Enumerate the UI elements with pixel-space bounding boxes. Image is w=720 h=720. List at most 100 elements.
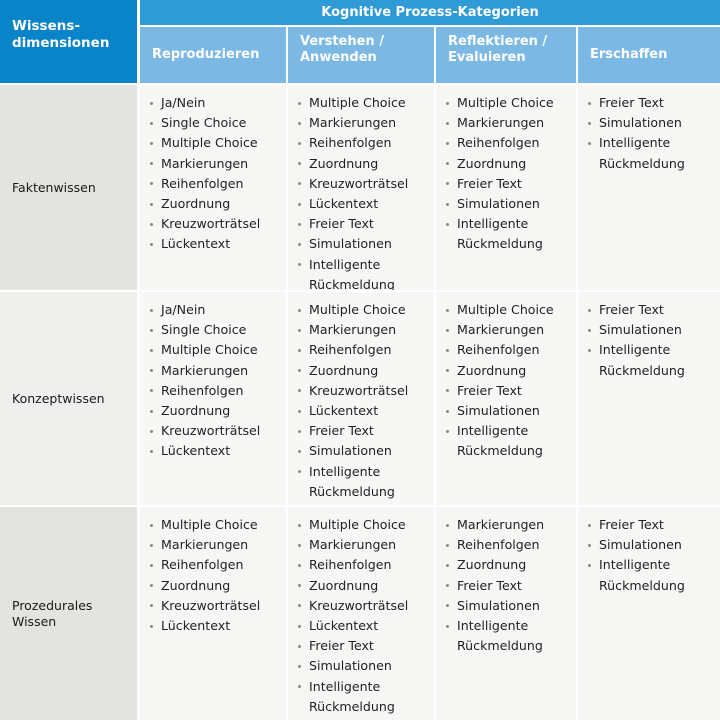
method-list-item: Freier Text (588, 93, 714, 113)
method-list-item: Simulationen (446, 401, 570, 421)
table-cell-prozedurales-wissen-verstehen-anwenden: Multiple Choice Markierungen Reihenfolgen Z… (288, 507, 436, 720)
method-list-item: Reihenfolgen (298, 555, 428, 575)
method-list-item: Freier Text (298, 214, 428, 234)
method-list-item: Markierungen (446, 320, 570, 340)
column-header-erschaffen: Erschaffen (578, 27, 720, 85)
row-header-faktenwissen: Faktenwissen (0, 85, 140, 292)
method-list-item: Freier Text (298, 421, 428, 441)
method-list-item: Single Choice (150, 320, 280, 340)
method-list-item: Simulationen (446, 194, 570, 214)
method-list-item: Zuordnung (446, 361, 570, 381)
column-header-reproduzieren: Reproduzieren (140, 27, 288, 85)
method-list-item: Intelligente Rückmeldung (446, 214, 570, 254)
method-list-item: Simulationen (298, 441, 428, 461)
method-list-item: Reihenfolgen (446, 133, 570, 153)
table-cell-konzeptwissen-reflektieren-evaluieren: Multiple Choice Markierungen Reihenfolgen Z… (436, 292, 578, 507)
method-list-item: Zuordnung (298, 576, 428, 596)
corner-header-line-1: Wissens- (12, 18, 80, 34)
method-list-item: Intelligente Rückmeldung (298, 462, 428, 502)
method-list-item: Multiple Choice (298, 93, 428, 113)
method-list: Markierungen Reihenfolgen Zuordnung Freier … (446, 515, 570, 656)
method-list-item: Reihenfolgen (150, 174, 280, 194)
method-list: Multiple Choice Markierungen Reihenfolgen Z… (298, 515, 428, 717)
method-list-item: Simulationen (588, 320, 714, 340)
method-list-item: Single Choice (150, 113, 280, 133)
method-list-item: Multiple Choice (298, 515, 428, 535)
method-list-item: Zuordnung (150, 576, 280, 596)
method-list-item: Simulationen (588, 113, 714, 133)
method-list-item: Simulationen (446, 596, 570, 616)
method-list-item: Markierungen (446, 113, 570, 133)
method-list-item: Multiple Choice (446, 93, 570, 113)
method-list-item: Markierungen (150, 361, 280, 381)
method-list: Multiple Choice Markierungen Reihenfolgen Z… (446, 93, 570, 255)
method-list-item: Freier Text (588, 515, 714, 535)
method-list-item: Zuordnung (446, 154, 570, 174)
method-list-item: Intelligente Rückmeldung (298, 255, 428, 290)
method-list-item: Markierungen (150, 154, 280, 174)
method-list-item: Simulationen (298, 234, 428, 254)
method-list-item: Markierungen (150, 535, 280, 555)
method-list-item: Reihenfolgen (298, 340, 428, 360)
method-list: Multiple Choice Markierungen Reihenfolgen Z… (446, 300, 570, 462)
row-header-faktenwissen-line-1: Faktenwissen (12, 179, 96, 195)
method-list-item: Freier Text (446, 174, 570, 194)
method-list-item: Freier Text (298, 636, 428, 656)
row-header-konzeptwissen: Konzeptwissen (0, 292, 140, 507)
method-list-item: Intelligente Rückmeldung (588, 340, 714, 380)
method-list-item: Lückentext (298, 401, 428, 421)
table-cell-konzeptwissen-reproduzieren: Ja/Nein Single Choice Multiple Choice Marki… (140, 292, 288, 507)
method-list-item: Lückentext (298, 194, 428, 214)
competency-matrix-table: Wissens- dimensionen Kognitive Prozess-K… (0, 0, 720, 720)
table-cell-faktenwissen-erschaffen: Freier Text Simulationen Intelligente Rück… (578, 85, 720, 292)
method-list-item: Multiple Choice (150, 340, 280, 360)
method-list: Multiple Choice Markierungen Reihenfolgen Z… (150, 515, 280, 636)
method-list-item: Multiple Choice (150, 515, 280, 535)
corner-header-line-2: dimensionen (12, 35, 110, 51)
table-cell-faktenwissen-reflektieren-evaluieren: Multiple Choice Markierungen Reihenfolgen Z… (436, 85, 578, 292)
column-header-verstehen-anwenden-line-1: Verstehen / (300, 34, 384, 49)
table-cell-prozedurales-wissen-erschaffen: Freier Text Simulationen Intelligente Rück… (578, 507, 720, 720)
method-list-item: Multiple Choice (298, 300, 428, 320)
method-list-item: Reihenfolgen (150, 555, 280, 575)
method-list: Multiple Choice Markierungen Reihenfolgen Z… (298, 93, 428, 290)
method-list-item: Zuordnung (298, 154, 428, 174)
method-list-item: Intelligente Rückmeldung (446, 421, 570, 461)
method-list-item: Simulationen (298, 656, 428, 676)
column-header-verstehen-anwenden-line-2: Anwenden (300, 50, 377, 65)
column-header-reproduzieren-line-1: Reproduzieren (152, 47, 260, 62)
column-header-reflektieren-evaluieren-line-2: Evaluieren (448, 50, 526, 65)
method-list: Multiple Choice Markierungen Reihenfolgen Z… (298, 300, 428, 502)
method-list: Ja/Nein Single Choice Multiple Choice Marki… (150, 300, 280, 462)
method-list-item: Freier Text (446, 381, 570, 401)
row-header-konzeptwissen-line-1: Konzeptwissen (12, 390, 105, 406)
method-list: Freier Text Simulationen Intelligente Rück… (588, 300, 714, 381)
method-list-item: Kreuzworträtsel (150, 421, 280, 441)
table-cell-konzeptwissen-erschaffen: Freier Text Simulationen Intelligente Rück… (578, 292, 720, 507)
corner-header-wissensdimensionen: Wissens- dimensionen (0, 0, 140, 85)
row-header-prozedurales-wissen-line-2: Wissen (12, 613, 57, 629)
method-list: Freier Text Simulationen Intelligente Rück… (588, 93, 714, 174)
method-list-item: Zuordnung (298, 361, 428, 381)
table-cell-prozedurales-wissen-reflektieren-evaluieren: Markierungen Reihenfolgen Zuordnung Freier … (436, 507, 578, 720)
method-list-item: Kreuzworträtsel (298, 174, 428, 194)
column-header-reflektieren-evaluieren: Reflektieren / Evaluieren (436, 27, 578, 85)
method-list-item: Freier Text (446, 576, 570, 596)
column-header-reflektieren-evaluieren-line-1: Reflektieren / (448, 34, 548, 49)
table-cell-konzeptwissen-verstehen-anwenden: Multiple Choice Markierungen Reihenfolgen Z… (288, 292, 436, 507)
method-list-item: Intelligente Rückmeldung (298, 677, 428, 717)
method-list-item: Ja/Nein (150, 93, 280, 113)
method-list-item: Kreuzworträtsel (150, 214, 280, 234)
method-list-item: Kreuzworträtsel (298, 596, 428, 616)
method-list: Ja/Nein Single Choice Multiple Choice Marki… (150, 93, 280, 255)
method-list-item: Intelligente Rückmeldung (446, 616, 570, 656)
method-list-item: Ja/Nein (150, 300, 280, 320)
method-list-item: Zuordnung (150, 401, 280, 421)
group-header-kognitive-prozess-kategorien: Kognitive Prozess-Kategorien (140, 0, 720, 27)
column-header-erschaffen-line-1: Erschaffen (590, 47, 668, 62)
method-list-item: Reihenfolgen (298, 133, 428, 153)
method-list-item: Markierungen (298, 535, 428, 555)
method-list-item: Lückentext (150, 234, 280, 254)
method-list: Freier Text Simulationen Intelligente Rück… (588, 515, 714, 596)
method-list-item: Intelligente Rückmeldung (588, 555, 714, 595)
